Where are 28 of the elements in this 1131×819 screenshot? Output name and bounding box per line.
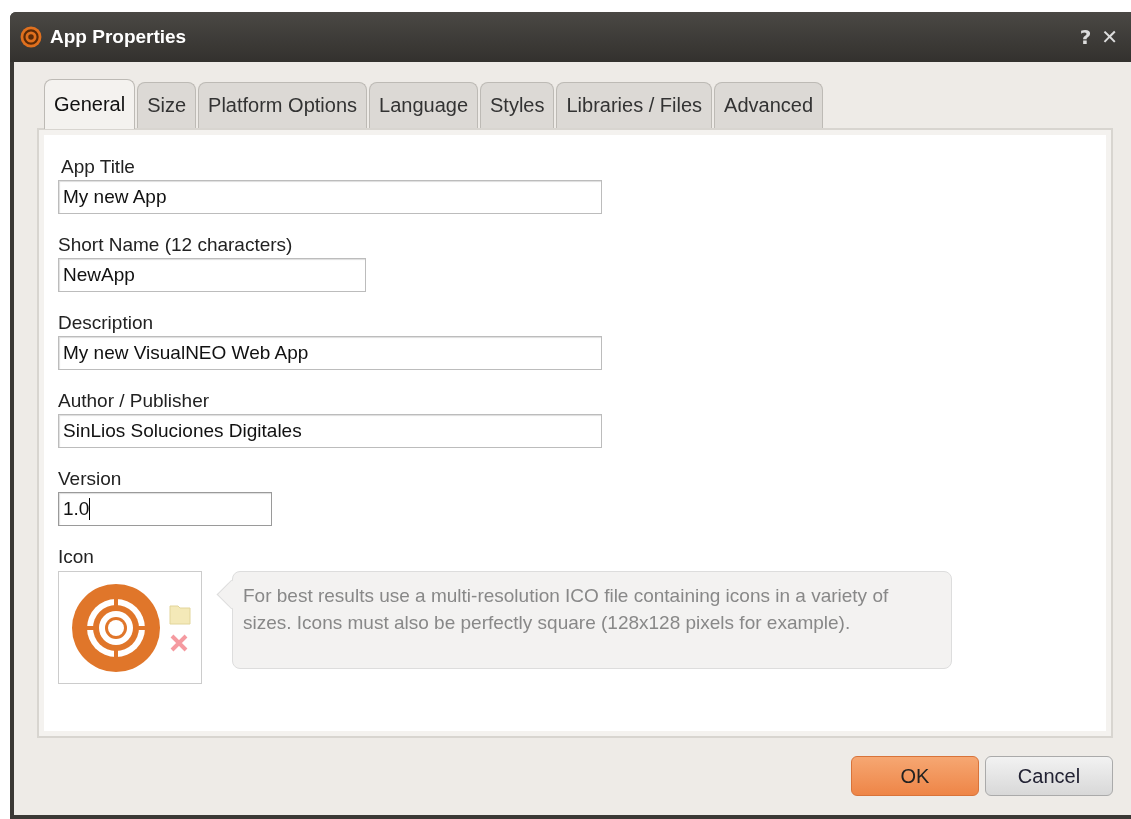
target-icon	[71, 582, 161, 673]
tab[interactable]: General	[44, 79, 136, 129]
tab[interactable]: Platform Options	[198, 82, 367, 128]
delete-icon[interactable]	[169, 632, 189, 653]
tab[interactable]: Size	[137, 82, 197, 128]
hint-text: For best results use a multi-resolution ICO file containing icons in a variety of sizes. Icons must also be perfectly square (128x128 pixels for example).	[243, 584, 890, 635]
tab[interactable]: Advanced	[714, 82, 824, 128]
target-icon	[20, 26, 42, 48]
input-field[interactable]: NewApp	[58, 258, 366, 292]
tab[interactable]: Libraries / Files	[556, 82, 713, 128]
input-field[interactable]: My new VisualNEO Web App	[58, 336, 602, 370]
field-label: Short Name (12 characters)	[58, 234, 293, 256]
tab[interactable]: Styles	[480, 82, 555, 128]
window-title: App Properties	[50, 26, 188, 48]
input-field[interactable]: 1.0	[58, 492, 272, 526]
input-field[interactable]: SinLios Soluciones Digitales	[58, 414, 602, 448]
field-label: Icon	[58, 546, 94, 568]
field-label: Author / Publisher	[58, 390, 210, 412]
ok-button[interactable]: OK	[851, 756, 979, 796]
folder-icon[interactable]	[169, 602, 191, 625]
tab[interactable]: Language	[369, 82, 478, 128]
field-label: Version	[58, 468, 122, 490]
close-button[interactable]: ✕	[1096, 25, 1123, 49]
input-field[interactable]: My new App	[58, 180, 602, 214]
help-button[interactable]: ?	[1074, 25, 1097, 49]
cancel-button[interactable]: Cancel	[985, 756, 1113, 796]
field-label: App Title	[61, 156, 135, 178]
field-label: Description	[58, 312, 154, 334]
